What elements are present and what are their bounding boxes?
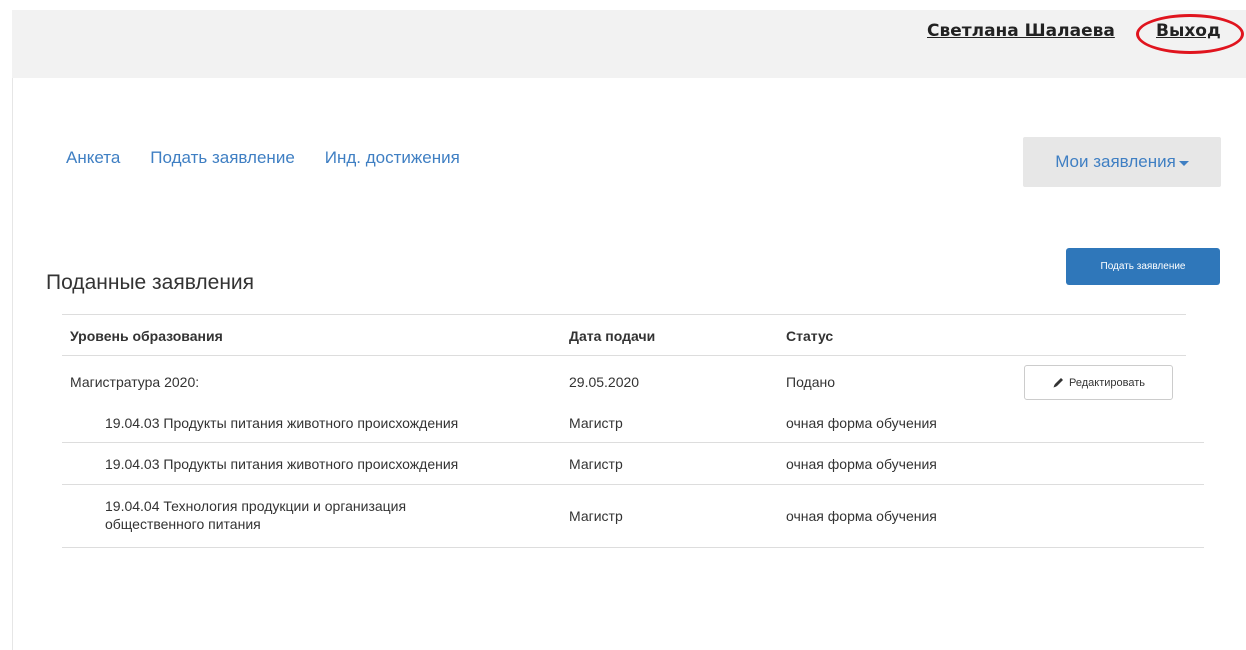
group-date: 29.05.2020 (569, 374, 640, 390)
user-name-link[interactable]: Светлана Шалаева (927, 21, 1115, 41)
edit-button[interactable]: Редактировать (1024, 365, 1173, 400)
nav-item-apply[interactable]: Подать заявление (150, 148, 294, 168)
study-form: очная форма обучения (786, 415, 937, 431)
degree: Магистр (569, 415, 623, 431)
status-text: Подано (786, 374, 836, 390)
group-name: Магистратура 2020: (70, 374, 200, 390)
program-name: 19.04.03 Продукты питания животного прои… (105, 415, 459, 431)
row-divider (62, 442, 1204, 443)
logout-link[interactable]: Выход (1156, 21, 1221, 41)
study-form: очная форма обучения (786, 456, 937, 472)
pencil-icon (1052, 376, 1065, 389)
row-divider (62, 484, 1204, 485)
my-applications-dropdown[interactable]: Мои заявления (1023, 137, 1221, 187)
table-header-rule (62, 355, 1186, 356)
table-bottom-rule (62, 547, 1204, 548)
program-name: 19.04.04 Технология продукции и организа… (105, 498, 407, 532)
nav-item-profile[interactable]: Анкета (66, 148, 120, 168)
nav-item-achievements[interactable]: Инд. достижения (325, 148, 460, 168)
program-name: 19.04.03 Продукты питания животного прои… (105, 456, 459, 472)
study-form: очная форма обучения (786, 508, 937, 524)
caret-down-icon (1178, 160, 1189, 166)
degree: Магистр (569, 508, 623, 524)
column-header-level: Уровень образования (70, 328, 223, 344)
submit-application-button[interactable]: Подать заявление (1066, 248, 1220, 285)
page-title: Поданные заявления (46, 271, 255, 294)
column-header-status: Статус (786, 328, 834, 344)
table-top-rule (62, 314, 1186, 315)
edit-button-label: Редактировать (1069, 376, 1145, 389)
dropdown-label: Мои заявления (1055, 152, 1176, 171)
degree: Магистр (569, 456, 623, 472)
column-header-date: Дата подачи (569, 328, 656, 344)
main-nav: Анкета Подать заявление Инд. достижения (66, 148, 460, 168)
page-border (12, 78, 13, 650)
